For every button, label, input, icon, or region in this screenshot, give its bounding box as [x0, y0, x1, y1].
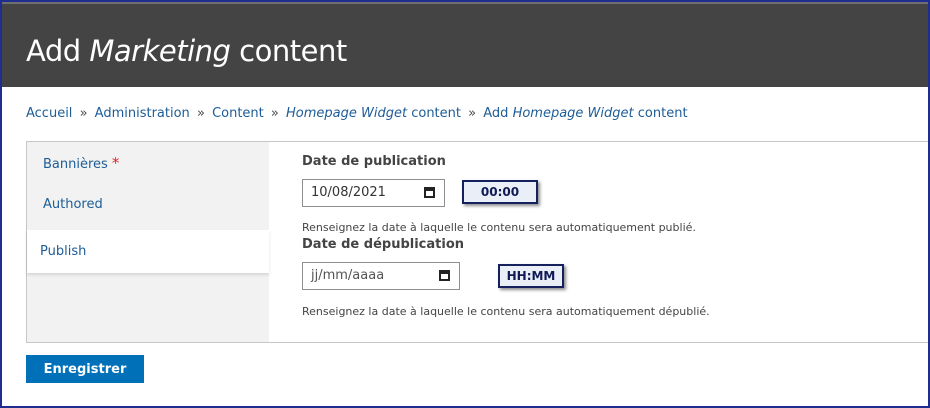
unpublish-date-input[interactable]: jj/mm/aaaa: [302, 262, 460, 290]
breadcrumb-separator: »: [270, 106, 279, 121]
window-frame: Add Marketing content Accueil » Administ…: [0, 0, 930, 408]
publish-date-input[interactable]: 10/08/2021: [302, 179, 445, 207]
breadcrumb-separator: »: [196, 106, 205, 121]
page-title: Add Marketing content: [26, 34, 347, 68]
vertical-tabs: Bannières * Authored Publish Date de publ…: [26, 141, 928, 343]
breadcrumb-administration[interactable]: Administration: [95, 106, 190, 121]
breadcrumb-separator: »: [79, 106, 88, 121]
required-marker: *: [111, 154, 120, 172]
breadcrumb-separator: »: [468, 106, 477, 121]
unpublish-date-label: Date de dépublication: [302, 237, 465, 252]
breadcrumb: Accueil » Administration » Content » Hom…: [26, 106, 688, 121]
breadcrumb-accueil[interactable]: Accueil: [26, 106, 72, 121]
calendar-icon[interactable]: [424, 187, 435, 198]
publish-date-description: Renseignez la date à laquelle le contenu…: [302, 221, 696, 234]
breadcrumb-homepage-widget-content[interactable]: Homepage Widget content: [286, 106, 461, 121]
tab-publish[interactable]: Publish: [27, 230, 269, 273]
save-button[interactable]: Enregistrer: [26, 355, 144, 383]
tab-bannieres[interactable]: Bannières *: [27, 142, 269, 185]
unpublish-date-description: Renseignez la date à laquelle le contenu…: [302, 305, 710, 318]
publish-date-label: Date de publication: [302, 154, 446, 169]
page-header: Add Marketing content: [2, 2, 928, 87]
unpublish-time-input[interactable]: HH:MM: [498, 264, 564, 288]
breadcrumb-add-homepage-widget-content[interactable]: Add Homepage Widget content: [483, 106, 687, 121]
breadcrumb-content[interactable]: Content: [212, 106, 264, 121]
vertical-tabs-menu: Bannières * Authored Publish: [27, 142, 269, 342]
calendar-icon[interactable]: [439, 270, 450, 281]
tab-authored[interactable]: Authored: [27, 183, 269, 226]
publish-time-input[interactable]: 00:00: [462, 180, 538, 204]
